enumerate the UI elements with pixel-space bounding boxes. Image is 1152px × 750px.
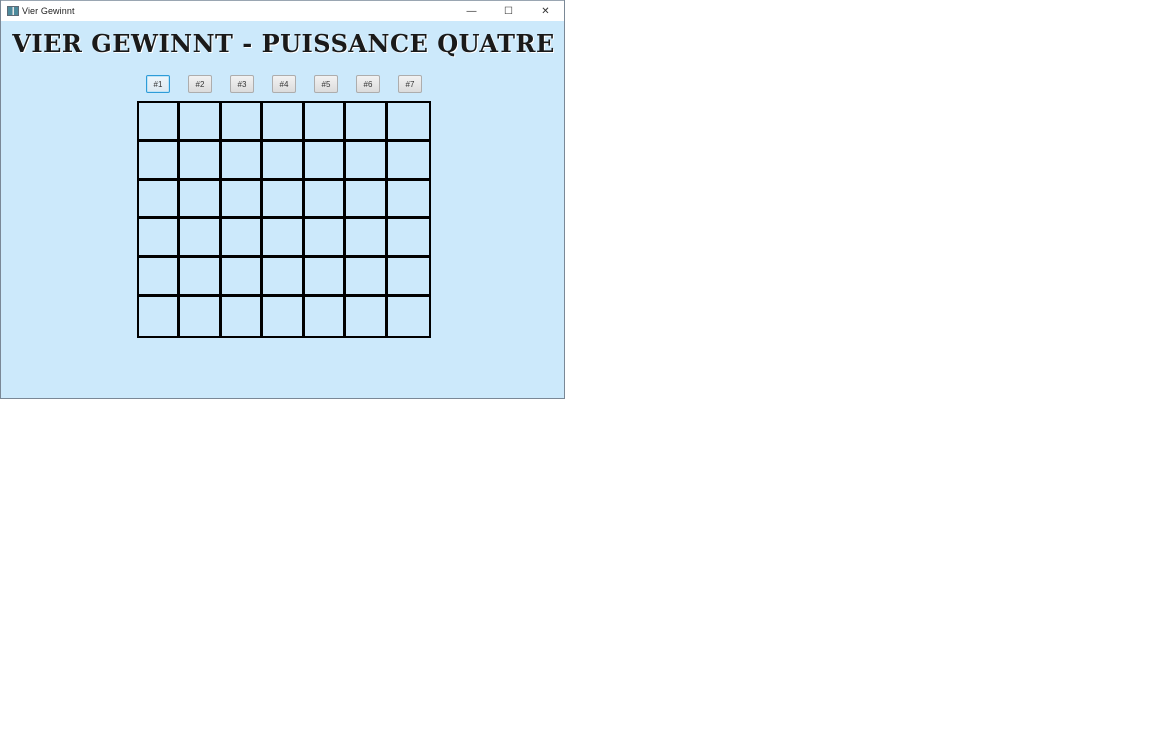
board-cell xyxy=(180,103,222,142)
board-cell xyxy=(304,180,347,220)
window-controls: — ☐ ✕ xyxy=(453,1,564,21)
board-cell xyxy=(346,103,388,142)
board-cell xyxy=(387,258,429,298)
game-area: VIER GEWINNT - PUISSANCE QUATRE #1 #2 #3… xyxy=(1,21,564,399)
board-cell xyxy=(304,141,347,181)
board-cell xyxy=(263,103,305,142)
game-board xyxy=(137,101,431,338)
board-cell xyxy=(221,103,264,142)
board-cell xyxy=(139,141,181,181)
column-button-3[interactable]: #3 xyxy=(230,75,254,93)
board-cell xyxy=(139,103,181,142)
board-cell xyxy=(263,219,305,259)
board-cell xyxy=(304,103,347,142)
column-button-7[interactable]: #7 xyxy=(398,75,422,93)
close-button[interactable]: ✕ xyxy=(527,1,564,21)
board-cell xyxy=(346,219,388,259)
window-title: Vier Gewinnt xyxy=(22,6,75,16)
board-cell xyxy=(346,180,388,220)
minimize-icon: — xyxy=(466,5,477,17)
column-button-1[interactable]: #1 xyxy=(146,75,170,93)
board-cell xyxy=(346,141,388,181)
board-cell xyxy=(304,258,347,298)
column-button-2[interactable]: #2 xyxy=(188,75,212,93)
board-cell xyxy=(387,142,429,181)
board-cell xyxy=(221,180,264,220)
game-heading: VIER GEWINNT - PUISSANCE QUATRE xyxy=(12,29,555,58)
board-cell xyxy=(180,297,222,336)
board-cell xyxy=(263,258,305,298)
board-cell xyxy=(139,258,181,298)
title-bar: Vier Gewinnt — ☐ ✕ xyxy=(1,0,564,21)
board-cell xyxy=(387,219,429,259)
board-cell xyxy=(180,141,222,181)
board-cell xyxy=(221,258,264,298)
maximize-icon: ☐ xyxy=(504,5,513,17)
board-cell xyxy=(139,219,181,259)
column-button-4[interactable]: #4 xyxy=(272,75,296,93)
board-cell xyxy=(180,180,222,220)
board-cell xyxy=(180,219,222,259)
board-cell xyxy=(304,219,347,259)
close-icon: ✕ xyxy=(541,5,550,17)
app-window: Vier Gewinnt — ☐ ✕ VIER GEWINNT - PUISSA… xyxy=(0,0,565,399)
board-cell xyxy=(263,180,305,220)
board-cell xyxy=(346,258,388,298)
board-cell xyxy=(388,297,429,336)
minimize-button[interactable]: — xyxy=(453,1,490,21)
column-button-5[interactable]: #5 xyxy=(314,75,338,93)
app-window-icon xyxy=(7,6,19,16)
board-cell xyxy=(222,297,264,336)
board-cell xyxy=(263,297,305,336)
board-cell xyxy=(221,141,264,181)
maximize-button[interactable]: ☐ xyxy=(490,1,527,21)
board-cell xyxy=(221,219,264,259)
board-cell xyxy=(139,180,181,220)
board-cell xyxy=(139,297,181,336)
board-cell xyxy=(346,297,388,336)
board-cell xyxy=(263,141,305,181)
board-cell xyxy=(387,103,429,142)
column-button-6[interactable]: #6 xyxy=(356,75,380,93)
board-cell xyxy=(387,181,429,220)
board-cell xyxy=(180,258,222,298)
board-cell xyxy=(305,297,347,336)
